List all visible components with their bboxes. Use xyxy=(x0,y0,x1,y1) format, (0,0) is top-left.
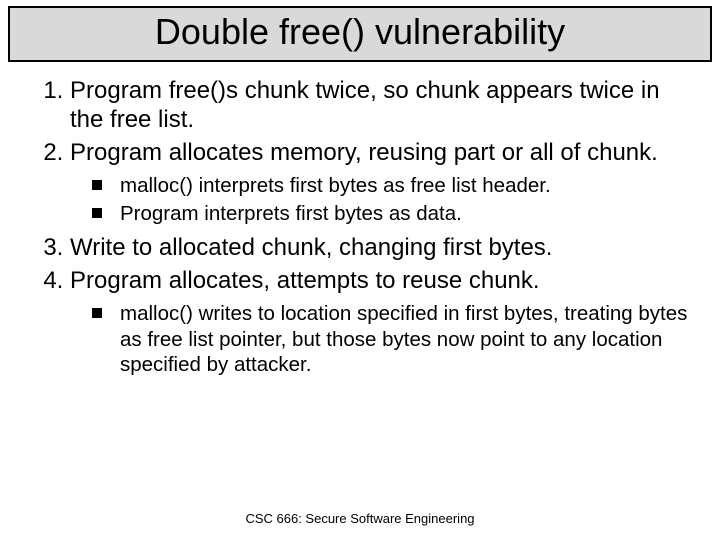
list-item-text: Program free()s chunk twice, so chunk ap… xyxy=(70,77,660,133)
list-item: Program allocates memory, reusing part o… xyxy=(70,138,696,227)
list-item-text: Program allocates, attempts to reuse chu… xyxy=(70,267,540,294)
slide-title-bar: Double free() vulnerability xyxy=(8,6,712,62)
slide-body: Program free()s chunk twice, so chunk ap… xyxy=(0,76,720,378)
list-item: Program free()s chunk twice, so chunk ap… xyxy=(70,76,696,135)
list-item-text: Program allocates memory, reusing part o… xyxy=(70,139,658,166)
sub-list-item: malloc() interprets first bytes as free … xyxy=(92,173,696,199)
slide-footer: CSC 666: Secure Software Engineering xyxy=(0,511,720,526)
sub-list-item: Program interprets first bytes as data. xyxy=(92,201,696,227)
sub-list-item: malloc() writes to location specified in… xyxy=(92,301,696,378)
sub-list-item-text: Program interprets first bytes as data. xyxy=(120,202,462,225)
sub-list: malloc() writes to location specified in… xyxy=(70,301,696,378)
list-item: Write to allocated chunk, changing first… xyxy=(70,233,696,262)
list-item: Program allocates, attempts to reuse chu… xyxy=(70,266,696,378)
sub-list-item-text: malloc() writes to location specified in… xyxy=(120,302,687,376)
sub-list-item-text: malloc() interprets first bytes as free … xyxy=(120,174,551,197)
slide-title: Double free() vulnerability xyxy=(18,12,702,52)
numbered-list: Program free()s chunk twice, so chunk ap… xyxy=(24,76,696,378)
sub-list: malloc() interprets first bytes as free … xyxy=(70,173,696,226)
list-item-text: Write to allocated chunk, changing first… xyxy=(70,234,552,261)
